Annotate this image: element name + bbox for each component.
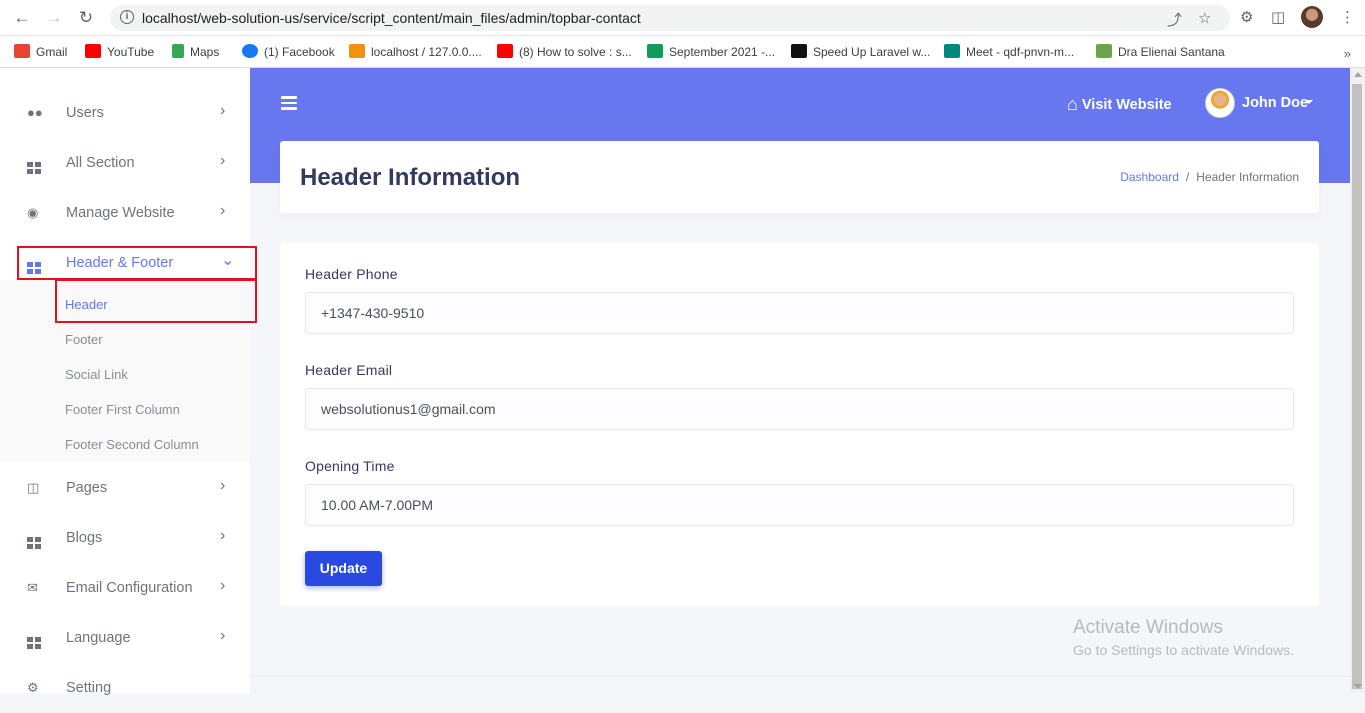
- header-email-label: Header Email: [305, 362, 393, 378]
- highlight-box-header: [55, 279, 257, 323]
- submenu-footer-second-column[interactable]: Footer Second Column: [65, 437, 199, 452]
- laravel-icon: [791, 44, 807, 58]
- sidebar-item-setting[interactable]: ⚙ Setting: [0, 663, 250, 713]
- maps-icon: [172, 44, 184, 58]
- footer-divider: [250, 676, 1350, 677]
- chevron-right-icon: ›: [220, 152, 226, 169]
- address-bar[interactable]: i localhost/web-solution-us/service/scri…: [110, 5, 1230, 31]
- scrollbar-thumb[interactable]: [1352, 84, 1362, 689]
- columns-icon: ◫: [27, 480, 40, 495]
- page-header-card: Header Information Dashboard / Header Info…: [280, 141, 1319, 213]
- bookmark-youtube-2[interactable]: (8) How to solve : s...: [497, 42, 632, 62]
- more-menu-icon[interactable]: ⋮: [1340, 8, 1355, 26]
- chevron-right-icon: ›: [220, 627, 226, 644]
- grid-icon: [27, 531, 42, 549]
- vertical-scrollbar[interactable]: [1350, 68, 1365, 693]
- bookmark-gmail[interactable]: Gmail: [14, 42, 67, 62]
- header-phone-label: Header Phone: [305, 266, 398, 282]
- sidebar-item-users[interactable]: ●● Users ›: [0, 88, 250, 138]
- home-icon: ⌂: [1067, 94, 1078, 114]
- share-icon[interactable]: ⤴: [1167, 9, 1182, 30]
- breadcrumb-current: Header Information: [1196, 170, 1299, 184]
- more-bookmarks-icon[interactable]: »: [1344, 46, 1351, 61]
- user-name[interactable]: John Doe: [1242, 95, 1308, 111]
- bookmark-meet[interactable]: Meet - qdf-pnvn-m...: [944, 42, 1074, 62]
- opening-time-input[interactable]: 10.00 AM-7.00PM: [305, 484, 1294, 526]
- site-info-icon[interactable]: i: [120, 10, 134, 24]
- extensions-icon[interactable]: ⚙: [1240, 8, 1253, 26]
- bookmarks-bar: Gmail YouTube Maps (1) Facebook localhos…: [0, 36, 1365, 68]
- gear-icon: ⚙: [27, 680, 39, 695]
- hamburger-menu-icon[interactable]: [281, 96, 297, 110]
- grid-icon: [27, 631, 42, 649]
- sidebar-item-all-section[interactable]: All Section ›: [0, 138, 250, 188]
- side-panel-icon[interactable]: ◫: [1271, 8, 1285, 26]
- phpmyadmin-icon: [349, 44, 365, 58]
- bookmark-star-icon[interactable]: ☆: [1198, 9, 1211, 27]
- header-email-input[interactable]: websolutionus1@gmail.com: [305, 388, 1294, 430]
- bookmark-youtube[interactable]: YouTube: [85, 42, 154, 62]
- sheets-icon: [647, 44, 663, 58]
- page-title: Header Information: [300, 164, 521, 191]
- browser-toolbar: ← → ↻ i localhost/web-solution-us/servic…: [0, 0, 1365, 36]
- sidebar-item-blogs[interactable]: Blogs ›: [0, 513, 250, 563]
- facebook-icon: [242, 44, 258, 58]
- reload-icon[interactable]: ↻: [76, 8, 96, 28]
- chevron-right-icon: ›: [220, 527, 226, 544]
- youtube-icon: [85, 44, 101, 58]
- bookmark-facebook[interactable]: (1) Facebook: [242, 42, 335, 62]
- submenu-social-link[interactable]: Social Link: [65, 367, 128, 382]
- breadcrumb-dashboard-link[interactable]: Dashboard: [1120, 170, 1179, 184]
- submenu-footer[interactable]: Footer: [65, 332, 103, 347]
- leaf-icon: [1096, 44, 1112, 58]
- breadcrumb: Dashboard / Header Information: [1120, 170, 1299, 184]
- chevron-right-icon: ›: [220, 202, 226, 219]
- opening-time-label: Opening Time: [305, 458, 395, 474]
- bookmark-laravel[interactable]: Speed Up Laravel w...: [791, 42, 930, 62]
- gmail-icon: [14, 44, 30, 58]
- sidebar-item-manage-website[interactable]: ◉ Manage Website ›: [0, 188, 250, 238]
- header-phone-input[interactable]: +1347-430-9510: [305, 292, 1294, 334]
- youtube-icon: [497, 44, 513, 58]
- sidebar-item-language[interactable]: Language ›: [0, 613, 250, 663]
- caret-down-icon[interactable]: [1305, 100, 1313, 104]
- bookmark-dra[interactable]: Dra Elienai Santana: [1096, 42, 1225, 62]
- globe-icon: ◉: [27, 205, 39, 220]
- breadcrumb-separator: /: [1185, 170, 1190, 184]
- forward-arrow-icon[interactable]: →: [44, 8, 64, 28]
- highlight-box-header-footer: [17, 246, 257, 280]
- user-avatar[interactable]: [1205, 88, 1235, 118]
- url-text[interactable]: localhost/web-solution-us/service/script…: [142, 10, 641, 26]
- activate-windows-subtitle: Go to Settings to activate Windows.: [1073, 642, 1294, 658]
- form-card: Header Phone +1347-430-9510 Header Email…: [280, 243, 1319, 606]
- meet-icon: [944, 44, 960, 58]
- activate-windows-title: Activate Windows: [1073, 617, 1223, 638]
- grid-icon: [27, 156, 42, 174]
- back-arrow-icon[interactable]: ←: [12, 8, 32, 28]
- profile-avatar-icon[interactable]: [1301, 6, 1323, 28]
- scroll-up-icon[interactable]: [1354, 72, 1362, 77]
- update-button[interactable]: Update: [305, 551, 382, 586]
- chevron-right-icon: ›: [220, 102, 226, 119]
- chevron-right-icon: ›: [220, 577, 226, 594]
- bookmark-sheets[interactable]: September 2021 -...: [647, 42, 775, 62]
- bookmark-phpmyadmin[interactable]: localhost / 127.0.0....: [349, 42, 482, 62]
- visit-website-link[interactable]: ⌂ Visit Website: [1067, 94, 1172, 115]
- users-icon: ●●: [27, 105, 43, 120]
- chevron-right-icon: ›: [220, 477, 226, 494]
- sidebar-item-email-configuration[interactable]: ✉ Email Configuration ›: [0, 563, 250, 613]
- bookmark-maps[interactable]: Maps: [172, 42, 219, 62]
- sidebar-item-pages[interactable]: ◫ Pages ›: [0, 463, 250, 513]
- envelope-icon: ✉: [27, 580, 38, 595]
- submenu-footer-first-column[interactable]: Footer First Column: [65, 402, 180, 417]
- sidebar: ●● Users › All Section › ◉ Manage Websit…: [0, 68, 250, 696]
- scroll-down-icon[interactable]: [1354, 684, 1362, 689]
